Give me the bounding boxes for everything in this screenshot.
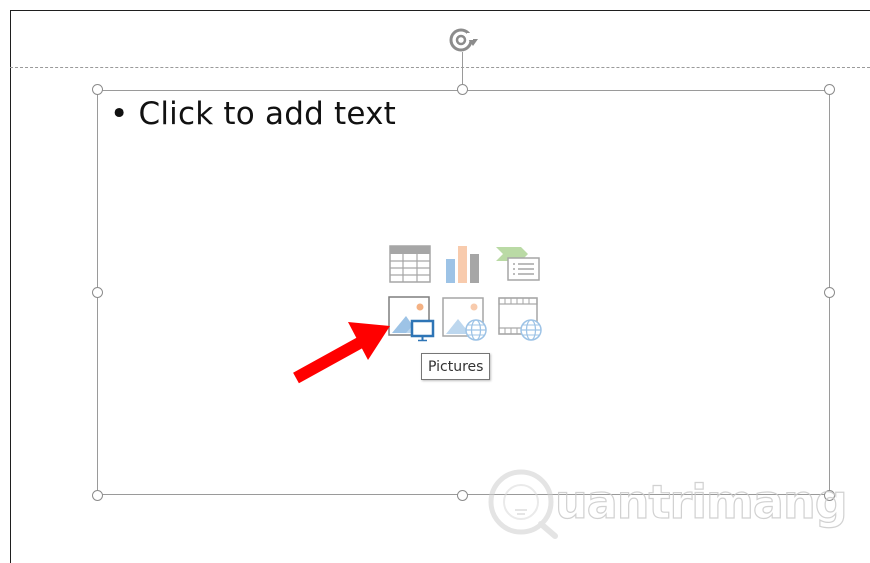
insert-video-icon[interactable]: [498, 297, 544, 343]
red-arrow-annotation: [293, 322, 390, 384]
resize-handle-top[interactable]: [457, 84, 468, 95]
insert-chart-icon[interactable]: [443, 244, 483, 284]
insert-table-icon[interactable]: [389, 245, 431, 283]
rotate-icon[interactable]: [447, 25, 479, 55]
powerpoint-slide-canvas: • Click to add text Pictures uantrimang: [0, 0, 870, 563]
resize-handle-top-left[interactable]: [92, 84, 103, 95]
rotate-stem: [462, 52, 463, 84]
guide-line: [10, 67, 870, 68]
placeholder-label: Click to add text: [138, 96, 396, 132]
insert-smartart-icon[interactable]: [495, 246, 541, 282]
insert-online-pictures-icon[interactable]: [442, 297, 488, 343]
resize-handle-right[interactable]: [824, 287, 835, 298]
bullet-icon: •: [110, 96, 129, 132]
resize-handle-left[interactable]: [92, 287, 103, 298]
resize-handle-bottom-left[interactable]: [92, 490, 103, 501]
watermark-text: uantrimang: [554, 474, 848, 529]
pictures-tooltip: Pictures: [421, 353, 491, 380]
content-placeholder[interactable]: [97, 90, 830, 495]
placeholder-text[interactable]: • Click to add text: [110, 96, 396, 132]
resize-handle-bottom[interactable]: [457, 490, 468, 501]
resize-handle-top-right[interactable]: [824, 84, 835, 95]
